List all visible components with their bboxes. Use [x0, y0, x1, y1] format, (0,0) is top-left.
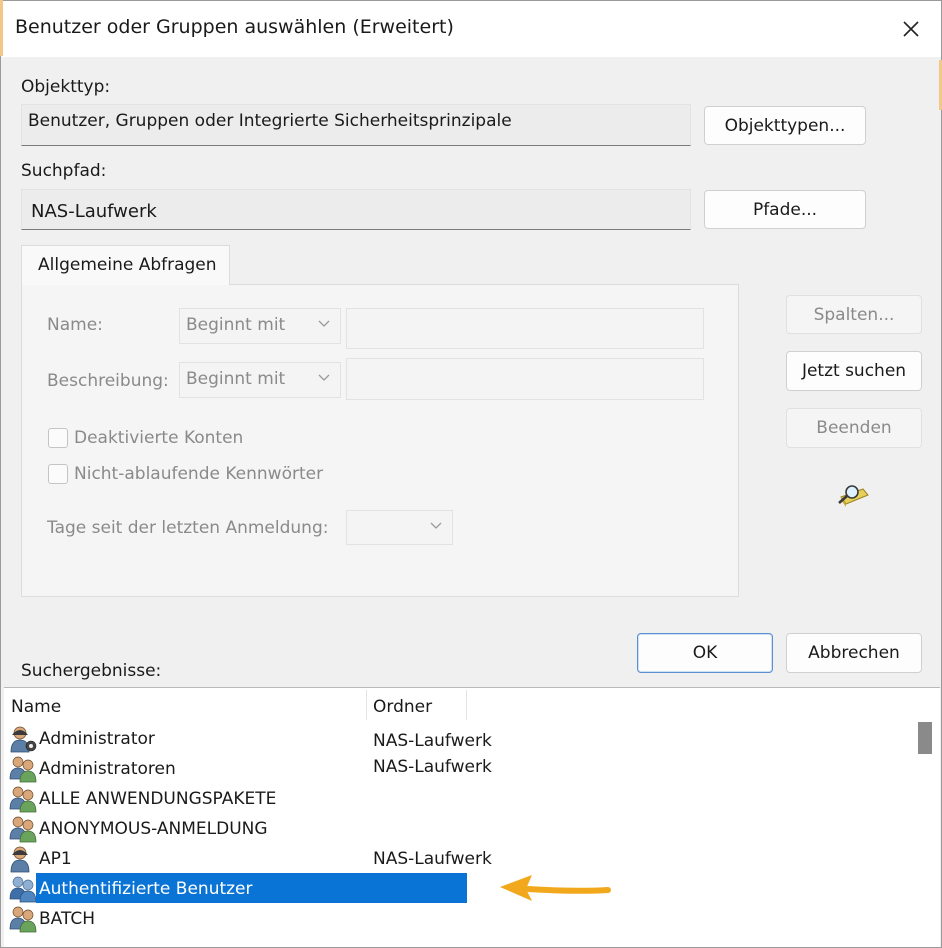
select-users-dialog: Benutzer oder Gruppen auswählen (Erweite… — [0, 0, 942, 948]
search-path-label: Suchpfad: — [21, 161, 107, 181]
name-label: Name: — [47, 315, 103, 335]
non-expiring-passwords-label: Nicht-ablaufende Kennwörter — [74, 464, 324, 484]
group-icon — [9, 786, 37, 813]
table-row-selected[interactable]: Authentifizierte Benutzer — [4, 873, 916, 903]
row-folder: NAS-Laufwerk — [373, 757, 492, 777]
name-mode-value: Beginnt mit — [186, 315, 286, 335]
stop-button[interactable]: Beenden — [786, 408, 922, 448]
chevron-down-icon — [430, 522, 442, 529]
object-type-value: Benutzer, Gruppen oder Integrierte Siche… — [28, 111, 512, 131]
object-type-field: Benutzer, Gruppen oder Integrierte Siche… — [21, 104, 691, 146]
table-row[interactable]: Administrator NAS-Laufwerk — [4, 723, 916, 753]
annotation-arrow-icon — [500, 875, 611, 901]
search-path-field: NAS-Laufwerk — [21, 189, 691, 230]
object-type-label: Objekttyp: — [21, 77, 111, 97]
tab-common-queries[interactable]: Allgemeine Abfragen — [21, 245, 230, 285]
paths-button[interactable]: Pfade... — [704, 190, 866, 229]
ok-button[interactable]: OK — [637, 633, 773, 673]
description-mode-select[interactable]: Beginnt mit — [179, 362, 341, 398]
disabled-accounts-checkbox[interactable]: Deaktivierte Konten — [48, 428, 243, 448]
columns-button[interactable]: Spalten... — [786, 295, 922, 334]
group-icon — [9, 876, 37, 903]
search-now-button[interactable]: Jetzt suchen — [786, 351, 922, 391]
column-header-folder[interactable]: Ordner — [366, 688, 466, 720]
non-expiring-passwords-checkbox[interactable]: Nicht-ablaufende Kennwörter — [48, 464, 323, 484]
group-icon — [9, 816, 37, 843]
row-name: BATCH — [39, 909, 96, 929]
table-row[interactable]: Administratoren NAS-Laufwerk — [4, 753, 916, 783]
row-name: Authentifizierte Benutzer — [36, 873, 467, 903]
row-name: Administrator — [39, 729, 155, 749]
column-separator[interactable] — [466, 690, 467, 720]
checkbox-box — [48, 428, 68, 448]
results-scrollbar[interactable] — [912, 718, 940, 947]
close-button[interactable] — [891, 9, 931, 49]
chevron-down-icon — [318, 374, 330, 381]
tab-common-queries-label: Allgemeine Abfragen — [38, 255, 217, 275]
search-path-value: NAS-Laufwerk — [31, 201, 157, 222]
user-admin-icon — [10, 726, 37, 753]
chevron-down-icon — [318, 320, 330, 327]
disabled-accounts-label: Deaktivierte Konten — [74, 428, 244, 448]
row-folder: NAS-Laufwerk — [373, 731, 492, 751]
column-header-name[interactable]: Name — [4, 688, 366, 720]
name-input[interactable] — [346, 308, 704, 349]
user-icon — [10, 846, 30, 873]
row-folder: NAS-Laufwerk — [373, 849, 492, 869]
dialog-title: Benutzer oder Gruppen auswählen (Erweite… — [15, 16, 454, 38]
search-results-list[interactable]: Name Ordner Administrator NAS-Laufwerk A… — [4, 687, 940, 947]
group-icon — [9, 906, 37, 933]
title-bar: Benutzer oder Gruppen auswählen (Erweite… — [1, 1, 941, 57]
search-folder-icon — [838, 485, 869, 507]
description-input[interactable] — [346, 358, 704, 400]
row-name: ANONYMOUS-ANMELDUNG — [39, 819, 268, 839]
table-row[interactable]: ALLE ANWENDUNGSPAKETE — [4, 783, 916, 813]
table-row[interactable]: AP1 NAS-Laufwerk — [4, 843, 916, 873]
description-label: Beschreibung: — [47, 371, 169, 391]
cancel-button[interactable]: Abbrechen — [786, 633, 922, 673]
days-since-logon-select[interactable] — [346, 510, 453, 545]
description-mode-value: Beginnt mit — [186, 369, 286, 389]
close-icon — [903, 21, 919, 37]
row-name: AP1 — [39, 849, 72, 869]
table-row[interactable]: BATCH — [4, 903, 916, 933]
row-name: ALLE ANWENDUNGSPAKETE — [39, 789, 277, 809]
scrollbar-thumb[interactable] — [918, 722, 932, 754]
row-name: Administratoren — [39, 759, 176, 779]
search-results-label: Suchergebnisse: — [21, 661, 162, 681]
background-window-edge — [0, 0, 3, 56]
object-types-button[interactable]: Objekttypen... — [704, 106, 866, 145]
group-icon — [9, 756, 37, 783]
table-row[interactable]: ANONYMOUS-ANMELDUNG — [4, 813, 916, 843]
name-mode-select[interactable]: Beginnt mit — [179, 308, 341, 344]
checkbox-box — [48, 464, 68, 484]
days-since-logon-label: Tage seit der letzten Anmeldung: — [47, 518, 329, 538]
